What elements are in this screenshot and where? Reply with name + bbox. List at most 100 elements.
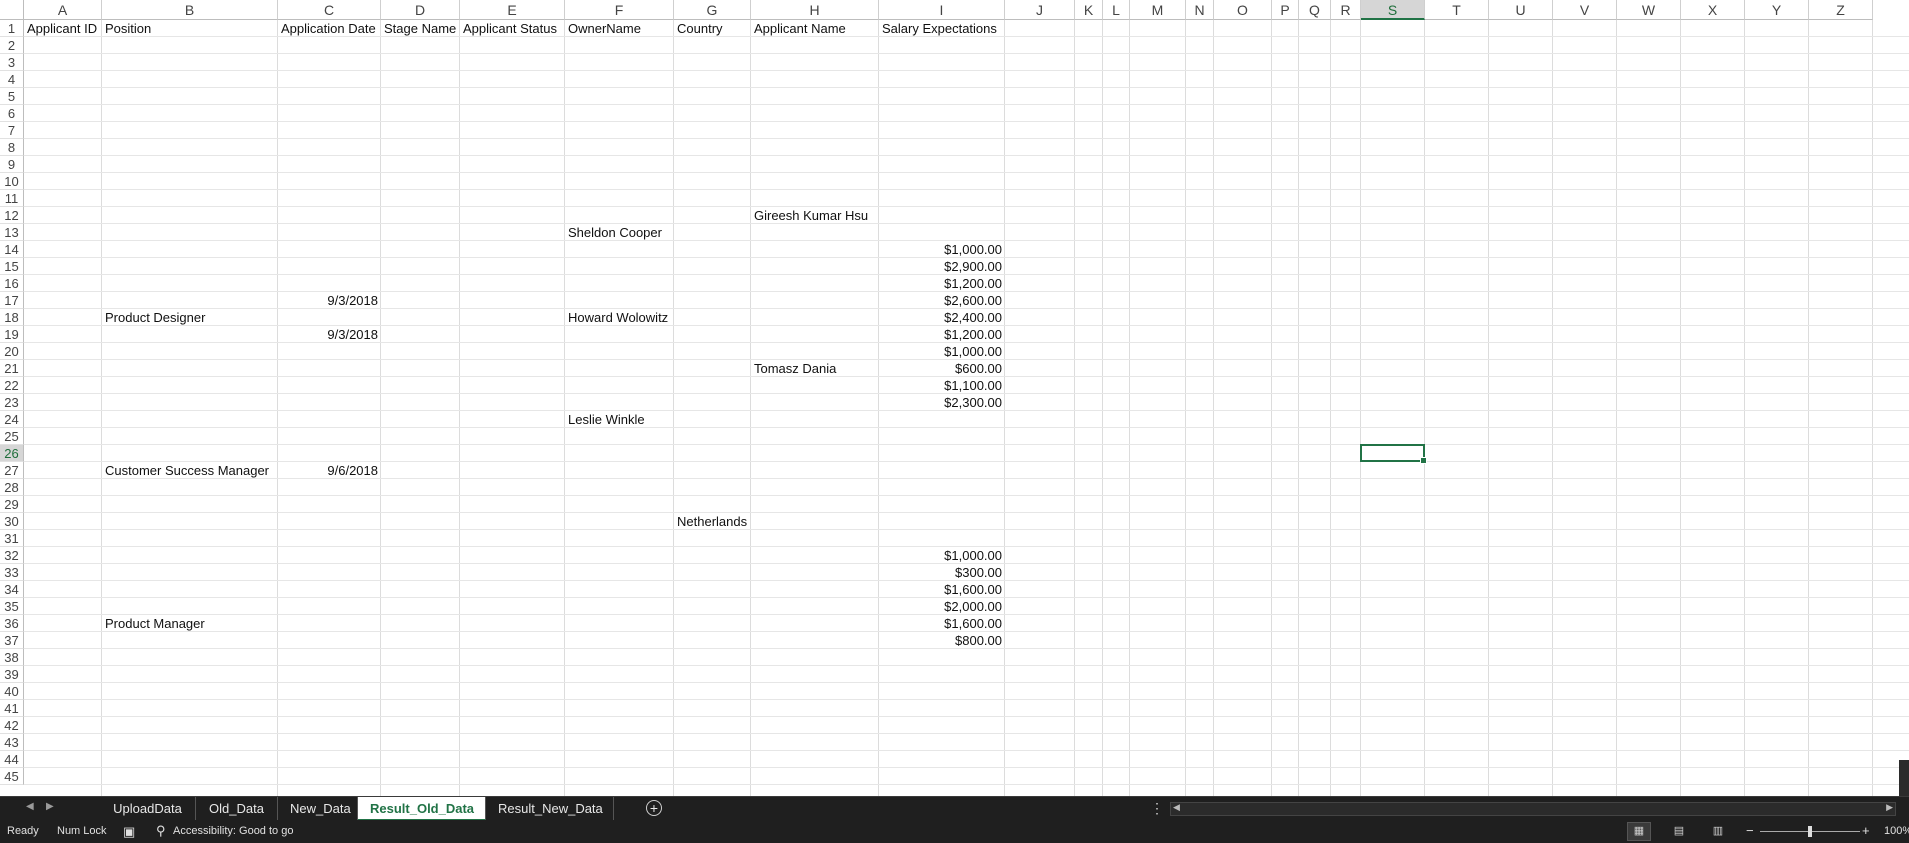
header-cell-c[interactable]: Application Date (278, 20, 381, 37)
header-cell-a[interactable]: Applicant ID (24, 20, 102, 37)
select-all-corner[interactable] (0, 0, 24, 20)
row-header-13[interactable]: 13 (0, 224, 24, 241)
cell-b36[interactable]: Product Manager (102, 615, 278, 632)
next-sheet-icon[interactable]: ▶ (46, 801, 54, 812)
row-header-33[interactable]: 33 (0, 564, 24, 581)
cell-h21[interactable]: Tomasz Dania (751, 360, 879, 377)
row-header-45[interactable]: 45 (0, 768, 24, 785)
row-header-14[interactable]: 14 (0, 241, 24, 258)
status-accessibility[interactable]: Accessibility: Good to go (173, 825, 293, 837)
scroll-right-icon[interactable]: ▶ (1886, 802, 1893, 813)
zoom-slider-thumb[interactable] (1808, 826, 1812, 837)
cell-f24[interactable]: Leslie Winkle (565, 411, 674, 428)
row-header-4[interactable]: 4 (0, 71, 24, 88)
cell-i18[interactable]: $2,400.00 (879, 309, 1005, 326)
zoom-in-icon[interactable]: + (1862, 823, 1870, 838)
row-header-12[interactable]: 12 (0, 207, 24, 224)
cell-i34[interactable]: $1,600.00 (879, 581, 1005, 598)
column-header-h[interactable]: H (751, 0, 879, 20)
row-header-31[interactable]: 31 (0, 530, 24, 547)
row-header-6[interactable]: 6 (0, 105, 24, 122)
sheet-tab-result-old-data[interactable]: Result_Old_Data (358, 797, 486, 821)
zoom-out-icon[interactable]: − (1746, 823, 1754, 838)
cell-i35[interactable]: $2,000.00 (879, 598, 1005, 615)
zoom-level[interactable]: 100% (1884, 825, 1909, 837)
column-header-g[interactable]: G (674, 0, 751, 20)
column-header-y[interactable]: Y (1745, 0, 1809, 20)
column-header-m[interactable]: M (1130, 0, 1186, 20)
row-header-41[interactable]: 41 (0, 700, 24, 717)
cell-c19[interactable]: 9/3/2018 (278, 326, 381, 343)
column-header-o[interactable]: O (1214, 0, 1272, 20)
column-header-b[interactable]: B (102, 0, 278, 20)
macro-record-icon[interactable]: ▣ (123, 824, 135, 840)
row-header-23[interactable]: 23 (0, 394, 24, 411)
row-header-26[interactable]: 26 (0, 445, 24, 462)
cell-i22[interactable]: $1,100.00 (879, 377, 1005, 394)
column-header-t[interactable]: T (1425, 0, 1489, 20)
cell-b27[interactable]: Customer Success Manager (102, 462, 278, 479)
row-header-3[interactable]: 3 (0, 54, 24, 71)
column-header-u[interactable]: U (1489, 0, 1553, 20)
column-header-n[interactable]: N (1186, 0, 1214, 20)
horizontal-scrollbar[interactable]: ◀ ▶ (1170, 802, 1896, 816)
column-header-q[interactable]: Q (1299, 0, 1331, 20)
row-header-42[interactable]: 42 (0, 717, 24, 734)
row-header-34[interactable]: 34 (0, 581, 24, 598)
sheet-tab-new-data[interactable]: New_Data (278, 797, 358, 821)
page-layout-view-icon[interactable]: ▤ (1667, 822, 1691, 841)
row-header-22[interactable]: 22 (0, 377, 24, 394)
accessibility-icon[interactable]: ⚲ (156, 823, 166, 839)
row-header-17[interactable]: 17 (0, 292, 24, 309)
row-header-32[interactable]: 32 (0, 547, 24, 564)
active-cell-selection[interactable] (1360, 444, 1427, 464)
column-header-i[interactable]: I (879, 0, 1005, 20)
more-options-icon[interactable]: ⋮ (1150, 800, 1164, 817)
column-header-f[interactable]: F (565, 0, 674, 20)
sheet-tab-result-new-data[interactable]: Result_New_Data (486, 797, 614, 821)
cell-i36[interactable]: $1,600.00 (879, 615, 1005, 632)
column-header-l[interactable]: L (1103, 0, 1130, 20)
column-header-v[interactable]: V (1553, 0, 1617, 20)
row-header-39[interactable]: 39 (0, 666, 24, 683)
row-header-44[interactable]: 44 (0, 751, 24, 768)
column-header-d[interactable]: D (381, 0, 460, 20)
row-header-2[interactable]: 2 (0, 37, 24, 54)
cell-i33[interactable]: $300.00 (879, 564, 1005, 581)
row-header-5[interactable]: 5 (0, 88, 24, 105)
column-header-e[interactable]: E (460, 0, 565, 20)
row-header-37[interactable]: 37 (0, 632, 24, 649)
row-header-21[interactable]: 21 (0, 360, 24, 377)
cell-i21[interactable]: $600.00 (879, 360, 1005, 377)
cell-i23[interactable]: $2,300.00 (879, 394, 1005, 411)
vertical-scrollbar[interactable] (1899, 760, 1909, 796)
column-header-j[interactable]: J (1005, 0, 1075, 20)
row-header-11[interactable]: 11 (0, 190, 24, 207)
row-header-25[interactable]: 25 (0, 428, 24, 445)
cell-i16[interactable]: $1,200.00 (879, 275, 1005, 292)
row-header-30[interactable]: 30 (0, 513, 24, 530)
row-header-28[interactable]: 28 (0, 479, 24, 496)
cell-i20[interactable]: $1,000.00 (879, 343, 1005, 360)
normal-view-icon[interactable]: ▦ (1627, 822, 1651, 841)
page-break-view-icon[interactable]: ▥ (1706, 822, 1730, 841)
cell-b18[interactable]: Product Designer (102, 309, 278, 326)
cell-h12[interactable]: Gireesh Kumar Hsu (751, 207, 879, 224)
header-cell-b[interactable]: Position (102, 20, 278, 37)
row-header-29[interactable]: 29 (0, 496, 24, 513)
cell-c27[interactable]: 9/6/2018 (278, 462, 381, 479)
row-header-18[interactable]: 18 (0, 309, 24, 326)
prev-sheet-icon[interactable]: ◀ (26, 801, 34, 812)
column-header-z[interactable]: Z (1809, 0, 1873, 20)
header-cell-g[interactable]: Country (674, 20, 751, 37)
row-header-19[interactable]: 19 (0, 326, 24, 343)
row-header-43[interactable]: 43 (0, 734, 24, 751)
column-header-w[interactable]: W (1617, 0, 1681, 20)
row-header-7[interactable]: 7 (0, 122, 24, 139)
cell-i17[interactable]: $2,600.00 (879, 292, 1005, 309)
header-cell-i[interactable]: Salary Expectations (879, 20, 1005, 37)
header-cell-e[interactable]: Applicant Status (460, 20, 565, 37)
cell-g30[interactable]: Netherlands (674, 513, 751, 530)
row-header-15[interactable]: 15 (0, 258, 24, 275)
row-header-8[interactable]: 8 (0, 139, 24, 156)
